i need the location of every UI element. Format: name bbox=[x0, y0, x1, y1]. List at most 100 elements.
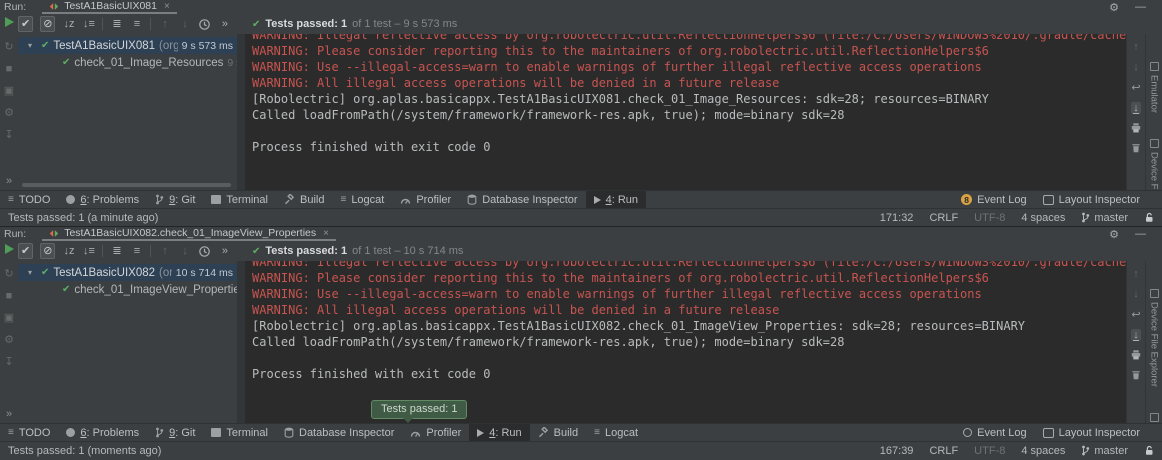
run-tab[interactable]: TestA1BasicUIX082.check_01_ImageView_Pro… bbox=[42, 227, 336, 241]
toolwindow-database-inspector[interactable]: Database Inspector bbox=[276, 424, 402, 441]
horizontal-scrollbar[interactable] bbox=[22, 183, 231, 187]
lock-icon[interactable] bbox=[1144, 212, 1154, 223]
soft-wrap-icon[interactable]: ↩ bbox=[1131, 308, 1140, 321]
chevron-down-icon[interactable]: ▾ bbox=[28, 268, 37, 277]
import-tests-icon[interactable]: ↧ bbox=[4, 130, 13, 141]
sort-alphabetically-icon[interactable]: ↓z bbox=[62, 17, 75, 32]
show-ignored-toggle[interactable]: ⊘ bbox=[40, 243, 55, 259]
layout-inspector-button[interactable]: Layout Inspector bbox=[1035, 194, 1148, 206]
console-output[interactable]: WARNING: Illegal reflective access by or… bbox=[245, 34, 1126, 190]
console-output[interactable]: WARNING: Illegal reflective access by or… bbox=[245, 261, 1126, 423]
test-package: (org.aplas.basica bbox=[159, 40, 178, 52]
toolwindow-logcat[interactable]: ≡Logcat bbox=[586, 424, 646, 441]
indent-setting[interactable]: 4 spaces bbox=[1021, 445, 1065, 457]
toolwindow-problems[interactable]: 6: Problems bbox=[58, 191, 147, 208]
toolwindow-run[interactable]: 4: Run bbox=[469, 424, 529, 441]
rerun-failed-icon[interactable]: ↻ bbox=[4, 269, 13, 280]
expand-all-icon[interactable]: ≣ bbox=[110, 17, 123, 32]
test-tree-row-method[interactable]: ✔ check_01_Image_Resources 9 s 573 ms bbox=[18, 54, 237, 71]
layout-inspector-button[interactable]: Layout Inspector bbox=[1035, 427, 1148, 439]
toolbar-separator bbox=[102, 18, 103, 30]
stop-icon: ■ bbox=[6, 291, 13, 302]
toolwindow-git[interactable]: 9: Git bbox=[147, 191, 203, 208]
expand-all-icon[interactable]: ≣ bbox=[110, 244, 123, 259]
git-branch-widget[interactable]: master bbox=[1081, 445, 1128, 457]
caret-position[interactable]: 167:39 bbox=[880, 445, 914, 457]
file-encoding[interactable]: UTF-8 bbox=[974, 445, 1005, 457]
git-branch-widget[interactable]: master bbox=[1081, 212, 1128, 224]
gear-icon[interactable]: ⚙ bbox=[1109, 1, 1119, 14]
toolwindow-todo[interactable]: ≡TODO bbox=[0, 191, 58, 208]
scroll-to-end-icon[interactable]: ↓ bbox=[1131, 329, 1141, 341]
console-toolbar-strip: ↑ ↓ ↩ ↓ bbox=[1126, 261, 1145, 423]
more-tools-chevrons-icon[interactable]: » bbox=[6, 176, 12, 187]
test-tree-row-root[interactable]: ▾ ✔ TestA1BasicUIX082 (org.aplas.basica … bbox=[18, 264, 237, 281]
run-tab[interactable]: TestA1BasicUIX081 × bbox=[42, 0, 177, 14]
splitter[interactable] bbox=[237, 34, 245, 190]
more-options-chevrons-icon[interactable]: » bbox=[218, 244, 231, 259]
chevron-down-icon[interactable]: ▾ bbox=[28, 41, 37, 50]
import-tests-icon[interactable]: ↧ bbox=[4, 357, 13, 368]
print-icon[interactable] bbox=[1130, 122, 1142, 134]
test-tree-row-root[interactable]: ▾ ✔ TestA1BasicUIX081 (org.aplas.basica … bbox=[18, 37, 237, 54]
toolwindow-run[interactable]: 4: Run bbox=[586, 191, 646, 208]
clear-console-trash-icon[interactable] bbox=[1130, 369, 1142, 381]
up-stacktrace-icon: ↑ bbox=[1133, 268, 1139, 280]
console-line: WARNING: Please consider reporting this … bbox=[252, 43, 1126, 59]
toolwindow-profiler[interactable]: Profiler bbox=[392, 191, 459, 208]
line-ending[interactable]: CRLF bbox=[929, 445, 958, 457]
minimize-icon[interactable]: — bbox=[1135, 1, 1146, 13]
test-summary: ✔ Tests passed: 1 of 1 test – 10 s 714 m… bbox=[252, 241, 463, 261]
lock-icon[interactable] bbox=[1144, 445, 1154, 456]
more-options-chevrons-icon[interactable]: » bbox=[218, 17, 231, 32]
toolwindow-logcat[interactable]: ≡Logcat bbox=[332, 191, 392, 208]
rerun-tests-button[interactable] bbox=[5, 17, 14, 27]
scroll-to-end-icon[interactable]: ↓ bbox=[1131, 102, 1141, 114]
indent-setting[interactable]: 4 spaces bbox=[1021, 212, 1065, 224]
toolwindow-todo[interactable]: ≡TODO bbox=[0, 424, 58, 441]
sort-alphabetically-icon[interactable]: ↓z bbox=[62, 244, 75, 259]
collapse-all-icon[interactable]: ≡ bbox=[130, 244, 143, 259]
test-history-icon[interactable] bbox=[198, 18, 211, 31]
test-settings-icon[interactable]: ⚙ bbox=[4, 108, 14, 119]
close-tab-icon[interactable]: × bbox=[323, 228, 329, 239]
minimize-icon[interactable]: — bbox=[1135, 228, 1146, 240]
toolwindow-problems[interactable]: 6: Problems bbox=[58, 424, 147, 441]
sidebar-tab-emulator[interactable]: Emulator bbox=[1149, 62, 1160, 113]
file-encoding[interactable]: UTF-8 bbox=[974, 212, 1005, 224]
toolwindow-build[interactable]: Build bbox=[276, 191, 332, 208]
print-icon[interactable] bbox=[1130, 349, 1142, 361]
toolwindow-database-inspector[interactable]: Database Inspector bbox=[459, 191, 585, 208]
event-log-button[interactable]: 8Event Log bbox=[953, 194, 1035, 206]
sort-by-duration-icon[interactable]: ↓≡ bbox=[82, 17, 95, 32]
soft-wrap-icon[interactable]: ↩ bbox=[1131, 81, 1140, 94]
splitter[interactable] bbox=[237, 261, 245, 423]
toolwindow-terminal[interactable]: Terminal bbox=[203, 191, 276, 208]
toolwindow-git[interactable]: 9: Git bbox=[147, 424, 203, 441]
test-history-icon[interactable] bbox=[198, 245, 211, 258]
caret-position[interactable]: 171:32 bbox=[880, 212, 914, 224]
todo-list-icon: ≡ bbox=[8, 195, 14, 205]
test-class-name: TestA1BasicUIX081 bbox=[53, 40, 155, 52]
line-ending[interactable]: CRLF bbox=[929, 212, 958, 224]
collapse-all-icon[interactable]: ≡ bbox=[130, 17, 143, 32]
show-ignored-toggle[interactable]: ⊘ bbox=[40, 16, 55, 32]
toolwindow-terminal[interactable]: Terminal bbox=[203, 424, 276, 441]
left-toolbar-strip: ↻ ■ ▣ ⚙ ↧ » bbox=[0, 14, 18, 190]
sidebar-tab-device-file-explorer[interactable]: Device File Explorer bbox=[1149, 289, 1160, 387]
more-tools-chevrons-icon[interactable]: » bbox=[6, 409, 12, 420]
rerun-failed-icon[interactable]: ↻ bbox=[4, 42, 13, 53]
show-passed-toggle[interactable]: ✔ bbox=[18, 243, 33, 259]
test-settings-icon[interactable]: ⚙ bbox=[4, 335, 14, 346]
run-window-header: Run: TestA1BasicUIX081 × ⚙ — bbox=[0, 0, 1162, 14]
event-log-button[interactable]: Event Log bbox=[955, 427, 1035, 439]
sort-by-duration-icon[interactable]: ↓≡ bbox=[82, 244, 95, 259]
test-tree-row-method[interactable]: ✔ check_01_ImageView_Properties 10 s 714… bbox=[18, 281, 237, 298]
test-duration: 9 s 573 ms bbox=[182, 40, 233, 52]
rerun-tests-button[interactable] bbox=[5, 244, 14, 254]
close-tab-icon[interactable]: × bbox=[164, 1, 170, 12]
gear-icon[interactable]: ⚙ bbox=[1109, 228, 1119, 241]
show-passed-toggle[interactable]: ✔ bbox=[18, 16, 33, 32]
clear-console-trash-icon[interactable] bbox=[1130, 142, 1142, 154]
toolwindow-build[interactable]: Build bbox=[530, 424, 586, 441]
